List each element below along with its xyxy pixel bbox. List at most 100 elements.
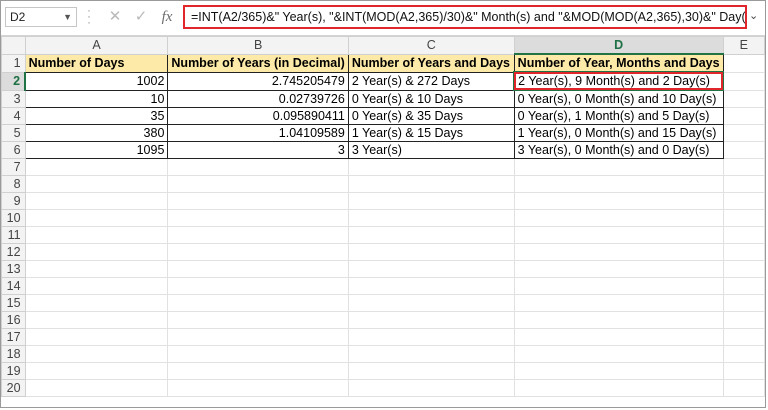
empty-cell[interactable]: [513, 158, 724, 176]
empty-cell[interactable]: [167, 277, 349, 295]
row-header[interactable]: 20: [1, 379, 26, 397]
cell-c4[interactable]: 0 Year(s) & 35 Days: [347, 107, 515, 125]
expand-formula-bar-icon[interactable]: ⌄: [749, 9, 758, 22]
row-header[interactable]: 2: [1, 71, 27, 91]
cell-d1[interactable]: Number of Year, Months and Days: [513, 53, 724, 73]
cell-a1[interactable]: Number of Days: [24, 53, 169, 73]
empty-cell[interactable]: [513, 175, 724, 193]
cell-b6[interactable]: 3: [167, 141, 349, 159]
empty-cell[interactable]: [167, 158, 349, 176]
empty-cell[interactable]: [24, 345, 169, 363]
empty-cell[interactable]: [167, 209, 349, 227]
cell-b2[interactable]: 2.745205479: [167, 71, 349, 91]
enter-icon[interactable]: ✓: [133, 9, 149, 25]
cell-a2[interactable]: 1002: [24, 71, 169, 91]
empty-cell[interactable]: [167, 345, 349, 363]
empty-cell[interactable]: [24, 260, 169, 278]
cell-b4[interactable]: 0.095890411: [167, 107, 349, 125]
empty-cell[interactable]: [347, 294, 515, 312]
empty-cell[interactable]: [167, 175, 349, 193]
empty-cell[interactable]: [513, 277, 724, 295]
row-header[interactable]: 11: [1, 226, 26, 244]
empty-cell[interactable]: [513, 379, 724, 397]
name-box[interactable]: D2 ▼: [5, 7, 77, 27]
cell-e2[interactable]: [722, 71, 765, 91]
row-header[interactable]: 17: [1, 328, 26, 346]
empty-cell[interactable]: [513, 260, 724, 278]
empty-cell[interactable]: [167, 192, 349, 210]
empty-cell[interactable]: [347, 328, 515, 346]
row-header[interactable]: 8: [1, 175, 26, 193]
cell-d6[interactable]: 3 Year(s), 0 Month(s) and 0 Day(s): [513, 141, 724, 159]
empty-cell[interactable]: [513, 209, 724, 227]
row-header[interactable]: 18: [1, 345, 26, 363]
empty-cell[interactable]: [24, 175, 169, 193]
empty-cell[interactable]: [722, 345, 765, 363]
empty-cell[interactable]: [347, 158, 515, 176]
empty-cell[interactable]: [167, 260, 349, 278]
cell-c1[interactable]: Number of Years and Days: [347, 53, 515, 73]
empty-cell[interactable]: [513, 345, 724, 363]
empty-cell[interactable]: [24, 277, 169, 295]
empty-cell[interactable]: [347, 379, 515, 397]
cell-e4[interactable]: [722, 107, 765, 125]
empty-cell[interactable]: [513, 311, 724, 329]
empty-cell[interactable]: [347, 192, 515, 210]
empty-cell[interactable]: [513, 226, 724, 244]
cell-c6[interactable]: 3 Year(s): [347, 141, 515, 159]
empty-cell[interactable]: [722, 277, 765, 295]
empty-cell[interactable]: [347, 311, 515, 329]
cell-c2[interactable]: 2 Year(s) & 272 Days: [347, 71, 515, 91]
empty-cell[interactable]: [24, 362, 169, 380]
formula-input[interactable]: =INT(A2/365)&" Year(s), "&INT(MOD(A2,365…: [183, 5, 747, 29]
column-header-b[interactable]: B: [167, 36, 349, 55]
row-header[interactable]: 3: [1, 89, 26, 108]
empty-cell[interactable]: [722, 311, 765, 329]
cell-b3[interactable]: 0.02739726: [167, 89, 349, 108]
cancel-icon[interactable]: ✕: [107, 9, 123, 25]
row-header[interactable]: 1: [1, 53, 26, 73]
cell-e5[interactable]: [722, 124, 765, 142]
empty-cell[interactable]: [722, 294, 765, 312]
empty-cell[interactable]: [24, 226, 169, 244]
empty-cell[interactable]: [24, 379, 169, 397]
cell-a4[interactable]: 35: [24, 107, 169, 125]
empty-cell[interactable]: [722, 226, 765, 244]
cell-d3[interactable]: 0 Year(s), 0 Month(s) and 10 Day(s): [513, 89, 724, 108]
empty-cell[interactable]: [347, 277, 515, 295]
empty-cell[interactable]: [722, 379, 765, 397]
empty-cell[interactable]: [167, 226, 349, 244]
row-header[interactable]: 12: [1, 243, 26, 261]
cell-c3[interactable]: 0 Year(s) & 10 Days: [347, 89, 515, 108]
empty-cell[interactable]: [513, 328, 724, 346]
cell-d2-selected[interactable]: 2 Year(s), 9 Month(s) and 2 Day(s): [513, 71, 725, 91]
empty-cell[interactable]: [24, 209, 169, 227]
column-header-e[interactable]: E: [722, 36, 765, 55]
empty-cell[interactable]: [513, 294, 724, 312]
cell-c5[interactable]: 1 Year(s) & 15 Days: [347, 124, 515, 142]
row-header[interactable]: 9: [1, 192, 26, 210]
row-header[interactable]: 7: [1, 158, 26, 176]
row-header[interactable]: 14: [1, 277, 26, 295]
empty-cell[interactable]: [347, 345, 515, 363]
cell-e3[interactable]: [722, 89, 765, 108]
empty-cell[interactable]: [24, 158, 169, 176]
empty-cell[interactable]: [722, 362, 765, 380]
empty-cell[interactable]: [347, 243, 515, 261]
empty-cell[interactable]: [347, 362, 515, 380]
row-header[interactable]: 15: [1, 294, 26, 312]
insert-function-icon[interactable]: fx: [159, 9, 175, 25]
empty-cell[interactable]: [722, 192, 765, 210]
cell-d4[interactable]: 0 Year(s), 1 Month(s) and 5 Day(s): [513, 107, 724, 125]
chevron-down-icon[interactable]: ▼: [63, 8, 72, 26]
row-header[interactable]: 16: [1, 311, 26, 329]
empty-cell[interactable]: [167, 311, 349, 329]
column-header-c[interactable]: C: [347, 36, 515, 55]
empty-cell[interactable]: [24, 192, 169, 210]
row-header[interactable]: 6: [1, 141, 26, 159]
row-header[interactable]: 10: [1, 209, 26, 227]
empty-cell[interactable]: [24, 311, 169, 329]
empty-cell[interactable]: [347, 209, 515, 227]
empty-cell[interactable]: [167, 328, 349, 346]
empty-cell[interactable]: [513, 362, 724, 380]
